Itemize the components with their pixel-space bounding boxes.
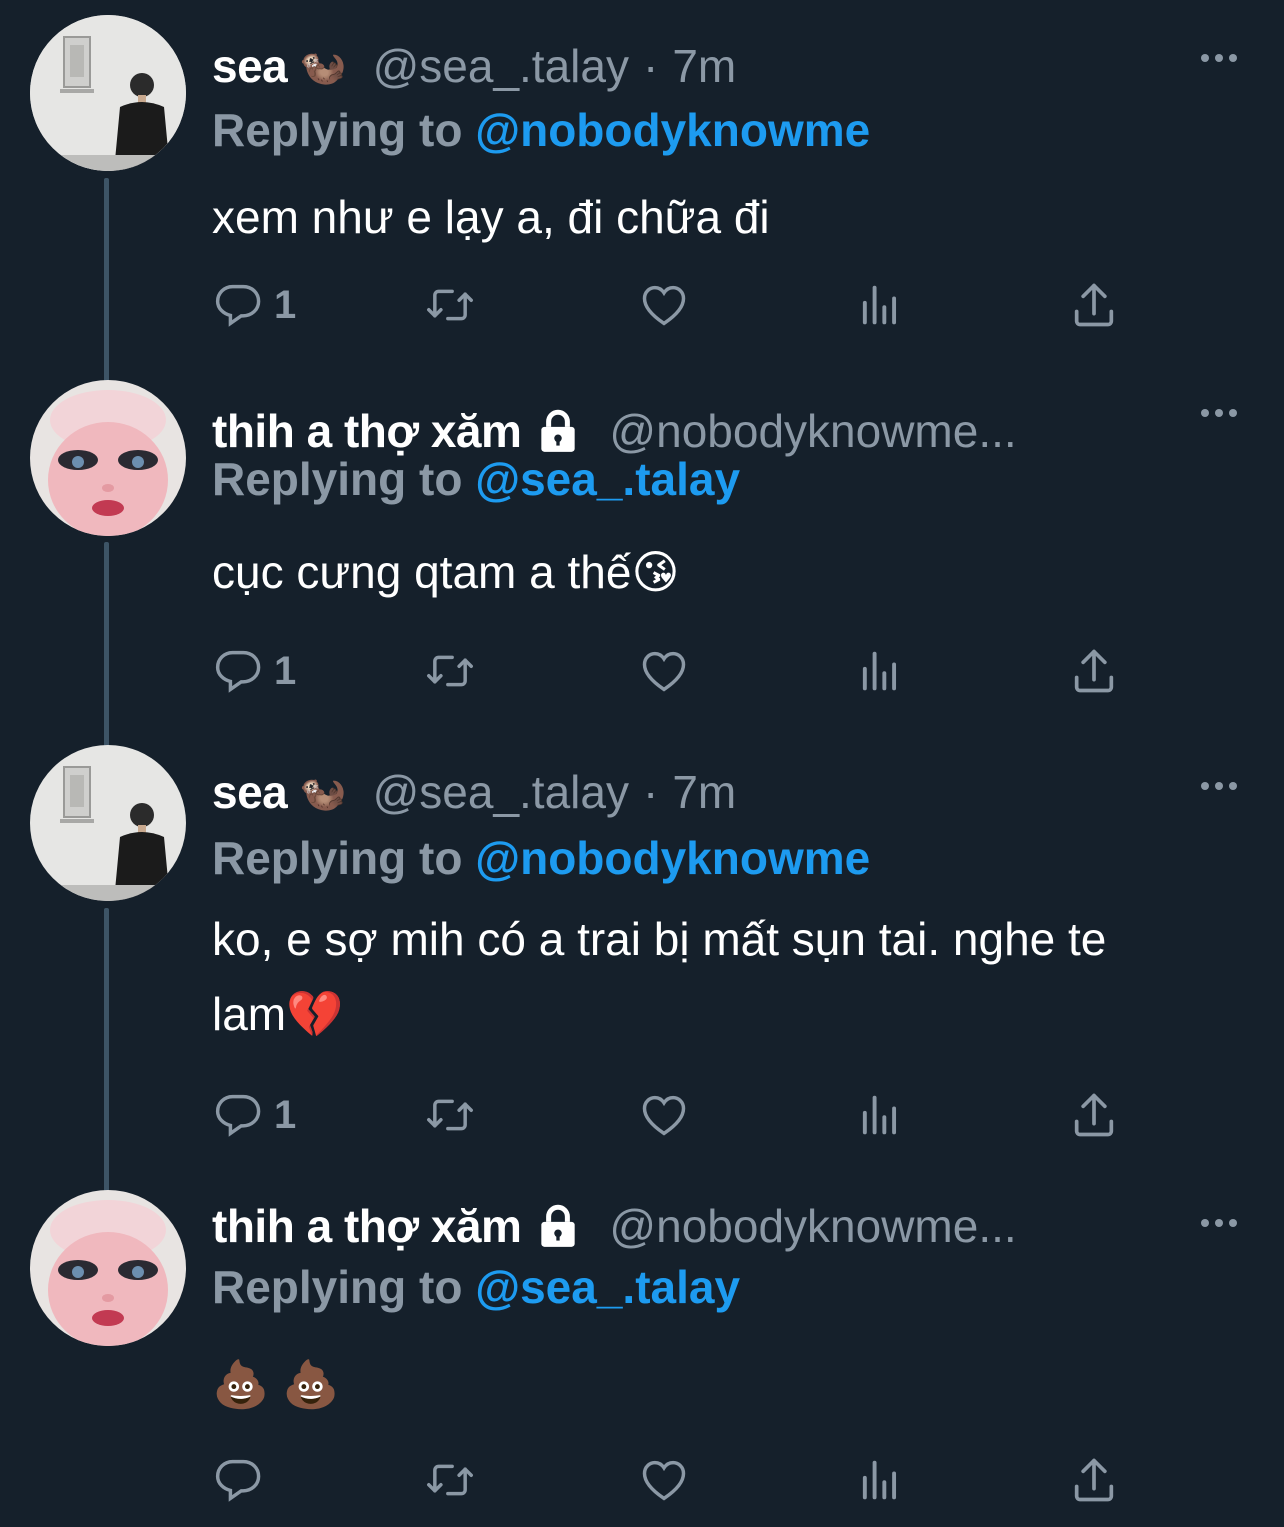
replying-to: Replying to @nobodyknowme	[212, 830, 870, 886]
mention-link[interactable]: @nobodyknowme	[475, 832, 870, 884]
otter-emoji: 🦦	[299, 44, 347, 88]
reply-button[interactable]: 1	[212, 1085, 296, 1145]
action-bar: 1	[212, 275, 1132, 335]
avatar[interactable]	[30, 380, 186, 536]
views-button[interactable]	[854, 641, 906, 701]
more-icon[interactable]	[1199, 1213, 1239, 1233]
tweet-header: sea 🦦 @sea_.talay · 7m	[212, 38, 1192, 94]
like-button[interactable]	[638, 1085, 690, 1145]
avatar[interactable]	[30, 1190, 186, 1346]
share-icon	[1074, 283, 1114, 327]
avatar[interactable]	[30, 15, 186, 171]
tweet-text: ko, e sợ mih có a trai bị mất sụn tai. n…	[212, 913, 1107, 1040]
retweet-button[interactable]	[424, 1450, 476, 1510]
retweet-icon	[427, 1099, 473, 1131]
retweet-icon	[427, 1464, 473, 1496]
mention-link[interactable]: @sea_.talay	[475, 453, 740, 505]
action-bar: 1	[212, 1085, 1132, 1145]
separator-dot: ·	[642, 40, 659, 92]
avatar-photo	[30, 15, 186, 171]
display-name[interactable]: sea	[212, 38, 288, 94]
replying-to: Replying to @nobodyknowme	[212, 102, 870, 158]
more-icon[interactable]	[1199, 403, 1239, 423]
tweet[interactable]: sea 🦦 @sea_.talay · 7m Replying to @nobo…	[0, 730, 1284, 1170]
like-icon	[642, 1095, 686, 1136]
views-icon	[862, 285, 897, 325]
mention-link[interactable]: @nobodyknowme	[475, 104, 870, 156]
user-handle[interactable]: @sea_.talay	[373, 38, 629, 94]
action-bar: 1	[212, 641, 1132, 701]
more-icon[interactable]	[1199, 48, 1239, 68]
retweet-button[interactable]	[424, 641, 476, 701]
retweet-icon	[427, 289, 473, 321]
retweet-icon	[427, 655, 473, 687]
avatar-photo	[30, 745, 186, 901]
like-button[interactable]	[638, 1450, 690, 1510]
lock-icon	[541, 1204, 576, 1247]
share-button[interactable]	[1068, 641, 1120, 701]
share-icon	[1074, 1093, 1114, 1137]
timestamp[interactable]: 7m	[672, 38, 736, 94]
retweet-button[interactable]	[424, 1085, 476, 1145]
replying-to: Replying to @sea_.talay	[212, 451, 740, 507]
tweet-header: thih a thợ xăm @nobodyknowme...	[212, 1198, 1192, 1254]
avatar-photo	[30, 1190, 186, 1346]
views-button[interactable]	[854, 1450, 906, 1510]
like-icon	[642, 285, 686, 326]
display-name[interactable]: thih a thợ xăm	[212, 1198, 522, 1254]
tweet-header: sea 🦦 @sea_.talay · 7m	[212, 764, 1192, 820]
views-icon	[862, 651, 897, 691]
views-icon	[862, 1095, 897, 1135]
replying-label: Replying to	[212, 1261, 463, 1313]
share-button[interactable]	[1068, 1450, 1120, 1510]
replying-label: Replying to	[212, 104, 463, 156]
reply-icon	[215, 1459, 261, 1502]
like-icon	[642, 1460, 686, 1501]
conversation-thread: sea 🦦 @sea_.talay · 7m Replying to @nobo…	[0, 0, 1284, 1527]
mention-link[interactable]: @sea_.talay	[475, 1261, 740, 1313]
replying-label: Replying to	[212, 832, 463, 884]
timestamp[interactable]: 7m	[672, 764, 736, 820]
lock-icon	[541, 409, 576, 452]
reply-count: 1	[274, 648, 297, 693]
avatar-photo	[30, 380, 186, 536]
tweet-text: cục cưng qtam a thế😘	[212, 546, 680, 598]
otter-emoji: 🦦	[299, 770, 347, 814]
tweet[interactable]: thih a thợ xăm @nobodyknowme... Replying…	[0, 1175, 1284, 1527]
replying-label: Replying to	[212, 453, 463, 505]
views-icon	[862, 1460, 897, 1500]
action-bar	[212, 1450, 1132, 1510]
share-button[interactable]	[1068, 1085, 1120, 1145]
avatar[interactable]	[30, 745, 186, 901]
tweet-text: xem như e lạy a, đi chữa đi	[212, 191, 770, 243]
tweet[interactable]: thih a thợ xăm @nobodyknowme... Replying…	[0, 365, 1284, 725]
like-icon	[642, 651, 686, 692]
reply-button[interactable]: 1	[212, 275, 296, 335]
reply-icon	[215, 284, 261, 327]
like-button[interactable]	[638, 275, 690, 335]
share-icon	[1074, 649, 1114, 693]
replying-to: Replying to @sea_.talay	[212, 1259, 740, 1315]
retweet-button[interactable]	[424, 275, 476, 335]
reply-icon	[215, 1094, 261, 1137]
views-button[interactable]	[854, 275, 906, 335]
display-name[interactable]: sea	[212, 764, 288, 820]
tweet[interactable]: sea 🦦 @sea_.talay · 7m Replying to @nobo…	[0, 0, 1284, 360]
user-handle[interactable]: @nobodyknowme...	[609, 1198, 1016, 1254]
like-button[interactable]	[638, 641, 690, 701]
reply-icon	[215, 650, 261, 693]
user-handle[interactable]: @sea_.talay	[373, 764, 629, 820]
reply-button[interactable]	[212, 1450, 274, 1510]
separator-dot: ·	[642, 766, 659, 818]
share-button[interactable]	[1068, 275, 1120, 335]
share-icon	[1074, 1458, 1114, 1502]
more-icon[interactable]	[1199, 776, 1239, 796]
reply-button[interactable]: 1	[212, 641, 296, 701]
reply-count: 1	[274, 282, 297, 327]
tweet-text: 💩 💩	[212, 1358, 340, 1410]
views-button[interactable]	[854, 1085, 906, 1145]
reply-count: 1	[274, 1092, 297, 1137]
